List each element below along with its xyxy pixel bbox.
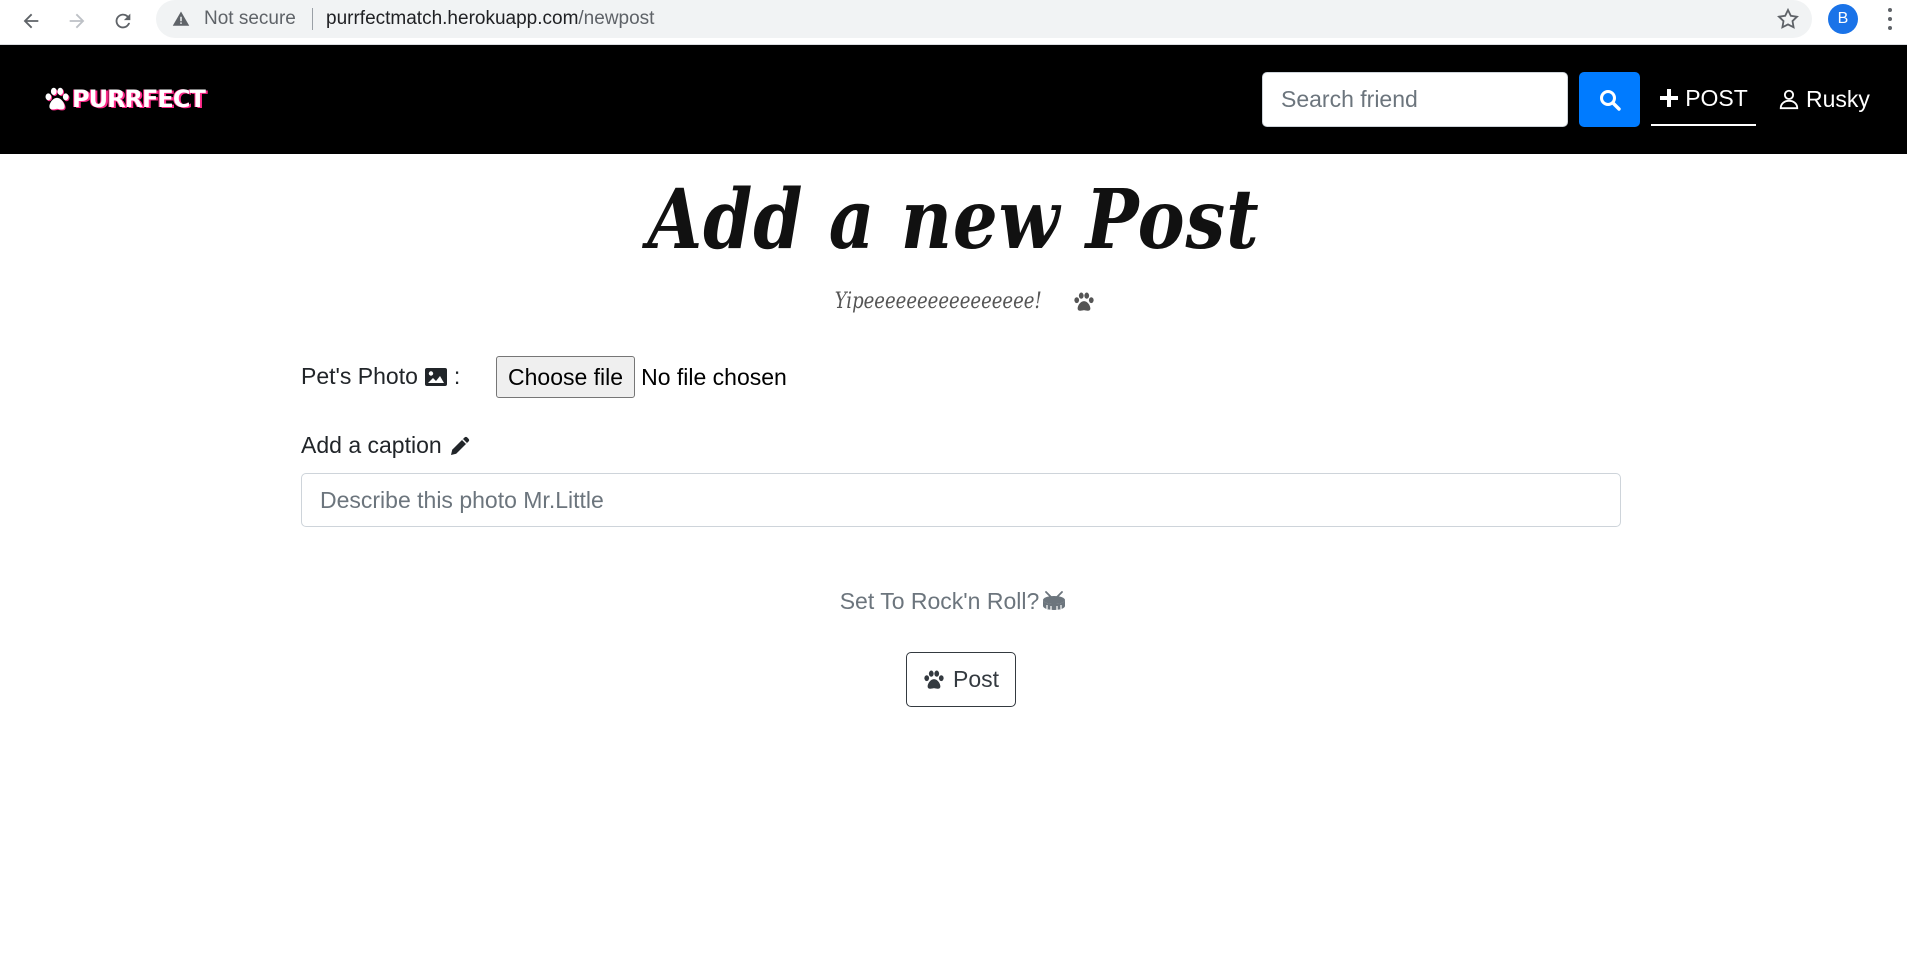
brand-logo[interactable]: PURRFECT — [44, 85, 206, 113]
security-label[interactable]: Not secure — [204, 8, 296, 30]
post-button-label: Post — [952, 666, 1000, 692]
back-arrow-icon — [23, 13, 39, 29]
forward-arrow-icon — [69, 13, 85, 29]
forward-button[interactable] — [60, 4, 94, 38]
subtitle-text: Yipeeeeeeeeeeeeeeee! — [834, 289, 1042, 314]
paw-icon — [45, 87, 69, 110]
page-title: Add a new Post — [647, 172, 1260, 268]
rock-n-roll-text: Set To Rock'n Roll? — [839, 588, 1040, 614]
image-icon — [424, 367, 447, 386]
search-button[interactable] — [1579, 72, 1640, 127]
pet-photo-label: Pet's Photo : — [301, 363, 460, 390]
browser-menu-icon[interactable] — [1880, 6, 1900, 32]
caption-label: Add a caption — [301, 432, 472, 459]
brand-name: PURRFECT — [72, 85, 206, 113]
warning-icon — [172, 11, 190, 26]
pet-photo-label-text: Pet's Photo — [301, 363, 418, 389]
address-divider — [312, 8, 313, 30]
paw-icon — [1074, 292, 1094, 311]
paw-icon — [924, 670, 944, 689]
nav-user-label: Rusky — [1806, 85, 1870, 112]
nav-new-post-link[interactable]: POST — [1651, 72, 1756, 126]
pet-photo-label-colon: : — [453, 363, 461, 389]
nav-user-link[interactable]: Rusky — [1778, 72, 1878, 126]
address-bar[interactable]: Not secure purrfectmatch.herokuapp.com/n… — [156, 0, 1812, 38]
rock-n-roll-prompt: Set To Rock'n Roll? — [0, 588, 1907, 615]
reload-icon — [115, 13, 131, 29]
pet-photo-file-input[interactable]: Choose file No file chosen — [496, 356, 787, 398]
pencil-icon — [450, 436, 469, 455]
nav-post-label: POST — [1685, 84, 1748, 111]
file-status-text: No file chosen — [641, 363, 787, 390]
site-navbar: PURRFECT POST Rusky — [0, 45, 1907, 154]
back-button[interactable] — [14, 4, 48, 38]
star-icon[interactable] — [1776, 7, 1800, 31]
search-friend-input[interactable] — [1262, 72, 1568, 127]
url-host: purrfectmatch.herokuapp.com — [326, 8, 579, 29]
choose-file-button[interactable]: Choose file — [496, 356, 636, 398]
plus-icon — [1660, 89, 1679, 107]
profile-avatar[interactable]: B — [1828, 4, 1858, 34]
caption-input[interactable] — [301, 473, 1621, 527]
user-icon — [1779, 89, 1799, 110]
search-icon — [1599, 89, 1621, 111]
url-path: /newpost — [578, 8, 655, 29]
browser-toolbar: Not secure purrfectmatch.herokuapp.com/n… — [0, 0, 1907, 45]
submit-post-button[interactable]: Post — [906, 652, 1016, 707]
url-text[interactable]: purrfectmatch.herokuapp.com/newpost — [326, 8, 654, 30]
caption-label-text: Add a caption — [301, 432, 442, 458]
reload-button[interactable] — [106, 4, 140, 38]
page-subtitle: Yipeeeeeeeeeeeeeeee! — [0, 289, 1907, 314]
drum-icon — [1043, 590, 1066, 610]
